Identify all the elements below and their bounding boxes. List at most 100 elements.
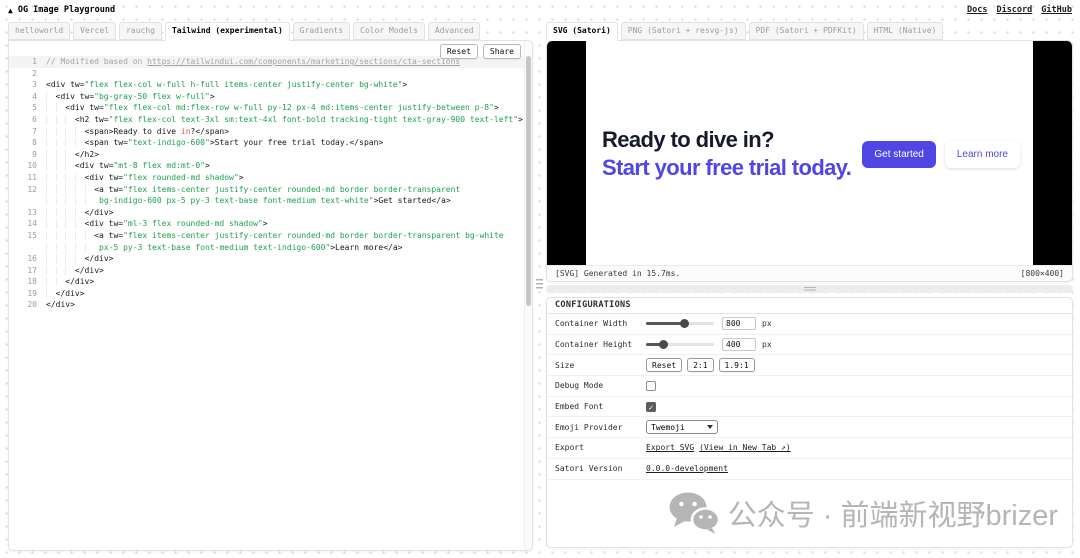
code-line[interactable]: 6 <h2 tw="flex flex-col text-3xl sm:text… (9, 114, 524, 126)
link-export-svg[interactable]: Export SVG (646, 443, 694, 452)
tab-gradients[interactable]: Gradients (292, 22, 351, 40)
link-0-0-0-development[interactable]: 0.0.0-development (646, 464, 728, 473)
code-line[interactable]: 9 </h2> (9, 149, 524, 161)
editor-scrollbar-thumb[interactable] (526, 56, 531, 306)
cta-headline-line2: Start your free trial today. (602, 155, 852, 180)
code-line[interactable]: 3 <div tw="flex flex-col w-full h-full it… (9, 79, 524, 91)
line-number: 16 (27, 254, 37, 264)
panel-splitter[interactable] (533, 40, 546, 551)
code-line[interactable]: 10 <div tw="mt-8 flex md:mt-0"> (9, 160, 524, 172)
slider-knob[interactable] (658, 340, 668, 350)
line-number: 9 (32, 149, 37, 159)
line-number: 1 (32, 57, 37, 66)
config-row-container-width: Container Width px (547, 314, 1072, 335)
vercel-logo-icon: ▲ (8, 5, 13, 15)
wechat-icon (669, 492, 718, 534)
splitter-grip-icon[interactable] (536, 279, 543, 290)
line-number: 14 (27, 219, 37, 229)
line-number (9, 195, 46, 207)
config-label: Size (555, 360, 575, 370)
code-line[interactable]: px-5 py-3 text-base font-medium text-ind… (9, 242, 524, 254)
top-bar: ▲ OG Image Playground Docs Discord GitHub (0, 0, 1080, 20)
code-line[interactable]: 18 </div> (9, 276, 524, 288)
line-number: 7 (32, 126, 37, 136)
cta-buttons: Get started Learn more (862, 140, 1020, 168)
code-line[interactable]: 4 <div tw="bg-gray-50 flex w-full"> (9, 91, 524, 103)
editor-scrollbar[interactable] (524, 41, 532, 550)
preview-resize-handle[interactable] (546, 285, 1073, 293)
nav-link-discord[interactable]: Discord (996, 5, 1032, 15)
code-line[interactable]: 15 <a tw="flex items-center justify-cent… (9, 230, 524, 242)
share-button[interactable]: Share (482, 44, 521, 59)
unit-label: px (762, 340, 772, 350)
code-line[interactable]: 5 <div tw="flex flex-col md:flex-row w-f… (9, 102, 524, 114)
nav-link-docs[interactable]: Docs (967, 5, 987, 15)
line-number: 2 (32, 68, 37, 78)
og-image-card: Ready to dive in? Start your free trial … (586, 41, 1033, 265)
link-view-in-new-tab[interactable]: (View in New Tab ↗) (699, 443, 791, 452)
container-height-input[interactable] (722, 338, 756, 352)
tab-advanced[interactable]: Advanced (427, 22, 481, 40)
line-number: 11 (27, 172, 37, 182)
line-number: 10 (27, 161, 37, 171)
get-started-button: Get started (862, 140, 936, 168)
preview-tab-png-satori-resvg-js[interactable]: PNG (Satori + resvg-js) (620, 22, 746, 40)
code-line[interactable]: 16 </div> (9, 253, 524, 265)
tab-rauchg[interactable]: rauchg (119, 22, 162, 40)
config-row-embed-font: Embed Font ✓ (547, 397, 1072, 418)
configurations-panel: CONFIGURATIONS Container WidthpxContaine… (546, 297, 1073, 548)
code-line[interactable]: 19 </div> (9, 288, 524, 300)
top-nav: Docs Discord GitHub (967, 5, 1072, 15)
debug-mode-checkbox[interactable] (646, 380, 656, 391)
config-row-debug-mode: Debug Mode (547, 376, 1072, 397)
code-line[interactable]: 7 <span>Ready to dive in?</span> (9, 126, 524, 138)
code-line[interactable]: 13 </div> (9, 207, 524, 219)
config-label: Debug Mode (555, 381, 604, 391)
size-button-1-9-1[interactable]: 1.9:1 (718, 358, 755, 373)
config-label: Export (555, 443, 584, 453)
line-number: 3 (32, 80, 37, 90)
reset-button[interactable]: Reset (439, 44, 478, 59)
watermark: 公众号 · 前端新视野brizer (669, 492, 1058, 534)
select-value: Twemoji (651, 422, 685, 432)
container-height-slider[interactable] (646, 340, 714, 350)
preview-panel: Ready to dive in? Start your free trial … (546, 40, 1073, 282)
editor-tab-bar: helloworld Vercel rauchg Tailwind (experime… (8, 22, 481, 41)
line-number: 8 (32, 138, 37, 148)
preview-status-bar: [SVG] Generated in 15.7ms. [800×400] (547, 265, 1072, 281)
code-line[interactable]: 14 <div tw="ml-3 flex rounded-md shadow"… (9, 218, 524, 230)
container-width-slider[interactable] (646, 319, 714, 329)
slider-knob[interactable] (679, 319, 689, 329)
code-line[interactable]: 12 <a tw="flex items-center justify-cent… (9, 184, 524, 196)
image-dimensions: [800×400] (1020, 269, 1064, 278)
code-line[interactable]: 8 <span tw="text-indigo-600">Start your … (9, 137, 524, 149)
tab-tailwind-experimental[interactable]: Tailwind (experimental) (164, 22, 290, 41)
preview-tab-html-native[interactable]: HTML (Native) (866, 22, 944, 40)
size-button-2-1[interactable]: 2:1 (687, 358, 714, 373)
container-width-input[interactable] (722, 317, 756, 331)
tab-helloworld[interactable]: helloworld (8, 22, 71, 40)
embed-font-checkbox[interactable]: ✓ (646, 401, 656, 412)
tab-vercel[interactable]: Vercel (73, 22, 117, 40)
code-line[interactable]: bg-indigo-600 px-5 py-3 text-base font-m… (9, 195, 524, 207)
code-editor-panel: Reset Share 1// Modified based on https:… (8, 40, 533, 551)
line-number: 5 (32, 103, 37, 113)
cta-headlines: Ready to dive in? Start your free trial … (602, 126, 852, 182)
code-line[interactable]: 11 <div tw="flex rounded-md shadow"> (9, 172, 524, 184)
preview-canvas: Ready to dive in? Start your free trial … (547, 41, 1072, 265)
resize-grip-icon (803, 286, 816, 292)
config-label: Container Width (555, 319, 628, 329)
emoji-provider-select[interactable]: Twemoji (646, 420, 718, 435)
preview-tab-pdf-satori-pdfkit[interactable]: PDF (Satori + PDFKit) (748, 22, 864, 40)
nav-link-github[interactable]: GitHub (1041, 5, 1072, 15)
code-line[interactable]: 2 (9, 68, 524, 80)
code-line[interactable]: 17 </div> (9, 265, 524, 277)
preview-tab-svg-satori[interactable]: SVG (Satori) (546, 22, 618, 41)
line-number: 6 (32, 114, 37, 124)
config-label: Embed Font (555, 402, 604, 412)
line-number: 12 (27, 184, 37, 194)
code-line[interactable]: 20 </div> (9, 299, 524, 311)
tab-color-models[interactable]: Color Models (353, 22, 425, 40)
size-button-reset[interactable]: Reset (646, 358, 683, 373)
code-area[interactable]: 1// Modified based on https://tailwindui… (9, 56, 524, 311)
